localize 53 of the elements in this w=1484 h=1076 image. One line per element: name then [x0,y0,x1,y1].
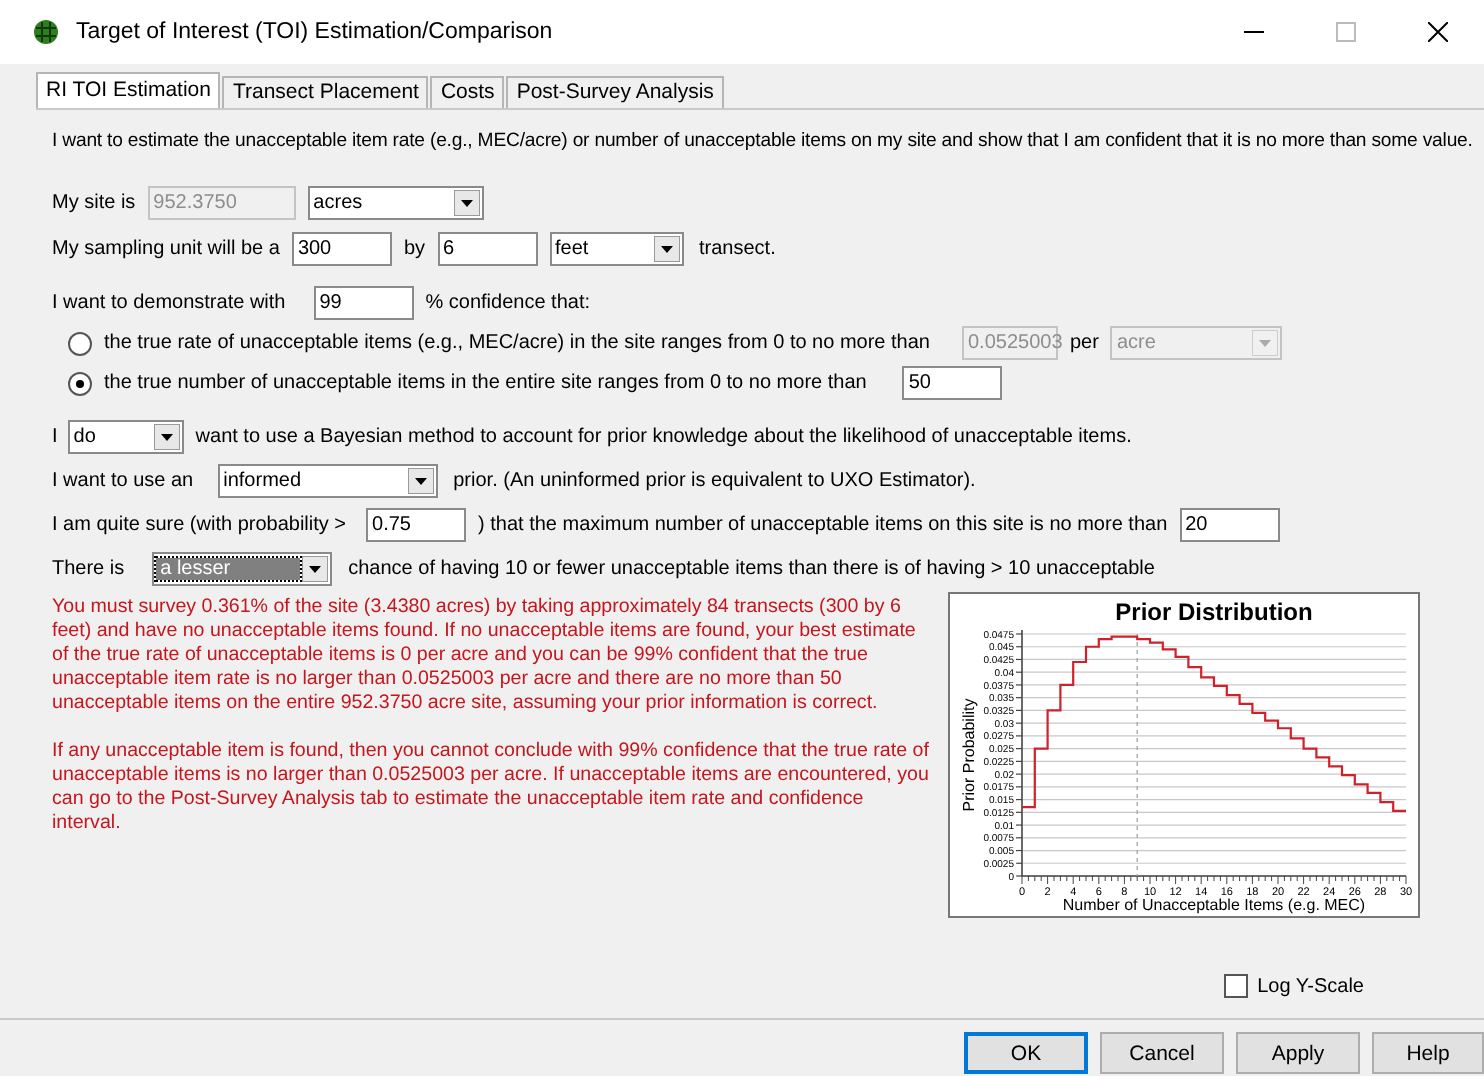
sampling-label: My sampling unit will be a [52,238,280,260]
limit-field[interactable]: 50 [902,366,1003,400]
confidence-label: I want to demonstrate with [52,292,286,314]
tab[interactable]: Transect Placement [222,76,429,108]
caret-icon [153,424,180,450]
by-label: by [403,238,425,260]
dialog-button[interactable]: Help [1372,1032,1484,1074]
caret-icon [653,236,679,262]
result-paragraph: If any unacceptable item is found, then you cannot conclude with 99% confidence that the true rate of unacceptable items is no larger than 0.0525003 per acre. If unacceptable items are encountered, you can go to the Post-Survey Analysis tab to estimate the unacceptable item rate and confidence interval. [52,740,931,836]
bayesian-dropdown[interactable]: do [67,420,184,454]
dialog-button[interactable]: Cancel [1100,1032,1224,1074]
prior-dropdown[interactable]: informed [217,464,438,498]
length-field[interactable]: 300 [291,232,392,266]
tab[interactable]: Post-Survey Analysis [506,76,724,108]
chance-prefix: There is [52,558,125,580]
chart-title: Prior Distribution [1115,598,1313,626]
app-icon [32,18,60,46]
option-label: the true rate of unacceptable items (e.g., MEC/acre) in the site ranges from 0 to no more than [104,332,930,354]
tab[interactable]: Costs [430,76,505,108]
prior-text: prior. (An uninformed prior is equivalent to UXO Estimator). [453,470,976,492]
checkbox[interactable] [1223,974,1248,998]
caret-icon [1252,330,1279,356]
width-field[interactable]: 6 [437,232,537,266]
result-paragraph: You must survey 0.361% of the site (3.4380 acres) by taking approximately 84 transects (300 by 6 feet) and have no unacceptable items found. If no unacceptable items are found, your best estimate of the true rate of unacceptable items is 0 per acre and you can be 99% confident that the true unacceptable item rate is no larger than 0.0525003 per acre and there are no more than 50 unacceptable items on the entire 952.3750 acre site, assuming your prior information is correct. [52,596,918,716]
log-scale-label: Log Y-Scale [1257,975,1364,997]
caret-icon [453,190,480,216]
bayesian-text: want to use a Bayesian method to account for prior knowledge about the likelihood of unacceptable items. [195,426,1132,448]
probability-prefix: I am quite sure (with probability > [52,514,347,536]
bayesian-prefix: I [52,426,58,448]
area-unit-dropdown[interactable]: acres [307,186,484,220]
chance-text: chance of having 10 or fewer unacceptable items than there is of having > 10 unacceptable [348,558,1155,580]
caret-icon [302,556,329,582]
radio-button[interactable] [68,371,92,395]
per-label: per [1069,332,1099,354]
x-axis-label: Number of Unacceptable Items (e.g. MEC) [1062,896,1366,914]
length-unit-dropdown[interactable]: feet [549,232,683,266]
chance-dropdown[interactable]: a lesser [152,552,333,586]
maximum-field[interactable]: 20 [1179,508,1280,542]
dialog-button[interactable]: Apply [1236,1032,1360,1074]
prior-prefix: I want to use an [52,470,194,492]
y-axis-label: Prior Probability [960,698,978,812]
confidence-suffix: % confidence that: [425,292,591,314]
confidence-field[interactable]: 99 [313,286,414,320]
probability-field[interactable]: 0.75 [366,508,467,542]
dialog-button[interactable]: OK [964,1032,1088,1074]
site-label: My site is [52,192,136,214]
tab[interactable]: RI TOI Estimation [36,72,221,108]
maximum-text: ) that the maximum number of unacceptable items on this site is no more than [478,514,1168,536]
option-label: the true number of unacceptable items in the entire site ranges from 0 to no more than [104,372,867,394]
transect-label: transect. [699,238,776,260]
intro-text: I want to estimate the unacceptable item rate (e.g., MEC/acre) or number of unacceptable items on my site and show that I am confident that it is no more than some value. [52,130,1473,152]
window-title: Target of Interest (TOI) Estimation/Comparison [76,20,555,44]
caret-icon [407,468,434,494]
